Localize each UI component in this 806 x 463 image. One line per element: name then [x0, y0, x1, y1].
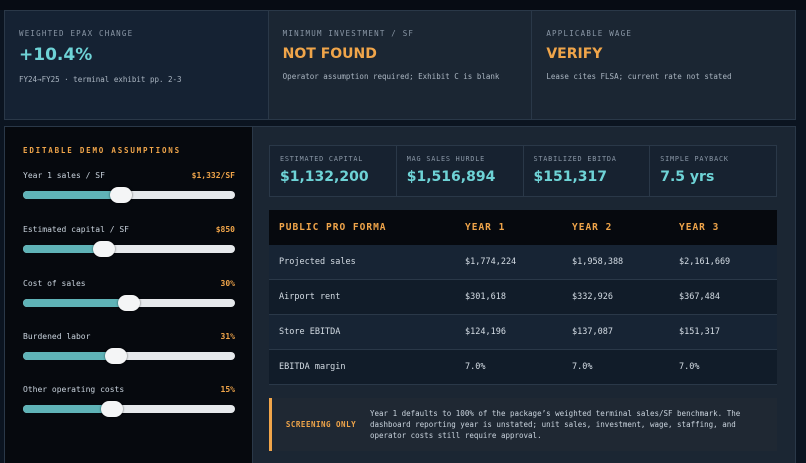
- slider-track[interactable]: [23, 241, 235, 257]
- table-cell: $1,958,388: [562, 245, 669, 280]
- slider-handle[interactable]: [101, 401, 123, 417]
- slider-label: Burdened labor: [23, 332, 91, 341]
- table-row: Airport rent $301,618 $332,926 $367,484: [269, 279, 777, 315]
- kpi-value: VERIFY: [546, 46, 603, 62]
- slider-fill: [23, 405, 112, 413]
- slider-label: Cost of sales: [23, 279, 86, 288]
- proforma-header-row: PUBLIC PRO FORMA YEAR 1 YEAR 2 YEAR 3: [269, 210, 777, 245]
- table-cell: $301,618: [455, 279, 562, 315]
- kpi-note: Operator assumption required; Exhibit C …: [282, 72, 500, 81]
- results-panel: Estimated capital $1,132,200 MAG sales h…: [269, 145, 777, 451]
- slider-fill: [23, 299, 129, 307]
- slider-value: $1,332/SF: [191, 171, 235, 180]
- slider-track[interactable]: [23, 295, 235, 311]
- assumptions-title: EDITABLE DEMO ASSUMPTIONS: [23, 146, 181, 155]
- table-cell: $151,317: [669, 314, 777, 350]
- slider-track[interactable]: [23, 187, 235, 203]
- metric-value: $1,516,894: [406, 169, 496, 185]
- table-row: EBITDA margin 7.0% 7.0% 7.0%: [269, 349, 777, 385]
- metrics-row: Estimated capital $1,132,200 MAG sales h…: [269, 145, 777, 197]
- slider-head: Year 1 sales / SF $1,332/SF: [23, 171, 235, 180]
- slider-value: 30%: [220, 279, 235, 288]
- table-cell: 7.0%: [669, 349, 777, 385]
- metric-label: Simple payback: [660, 155, 729, 163]
- slider-row: Estimated capital / SF $850: [23, 225, 235, 257]
- slider-label: Estimated capital / SF: [23, 225, 129, 234]
- metric-mag-hurdle: MAG sales hurdle $1,516,894: [397, 146, 524, 196]
- slider-handle[interactable]: [105, 348, 127, 364]
- slider-head: Cost of sales 30%: [23, 279, 235, 288]
- proforma-header: YEAR 2: [562, 210, 669, 245]
- kpi-note: Lease cites FLSA; current rate not state…: [546, 72, 732, 81]
- kpi-label: Applicable wage: [546, 29, 633, 38]
- kpi-card-wage: Applicable wage VERIFY Lease cites FLSA;…: [532, 11, 796, 119]
- metric-label: MAG sales hurdle: [406, 155, 486, 163]
- notice-text: Year 1 defaults to 100% of the package’s…: [370, 409, 741, 440]
- metric-value: $151,317: [533, 169, 608, 185]
- slider-row: Year 1 sales / SF $1,332/SF: [23, 171, 235, 203]
- kpi-row: Weighted EPAX change +10.4% FY24→FY25 · …: [4, 10, 796, 120]
- table-cell: $332,926: [562, 279, 669, 315]
- row-label: Projected sales: [269, 245, 455, 280]
- proforma-header: YEAR 1: [455, 210, 562, 245]
- kpi-label: Minimum investment / SF: [282, 29, 415, 38]
- slider-fill: [23, 191, 121, 199]
- slider-value: 15%: [220, 385, 235, 394]
- metric-label: Estimated capital: [280, 155, 364, 163]
- slider-label: Year 1 sales / SF: [23, 171, 105, 180]
- row-label: EBITDA margin: [269, 349, 455, 385]
- slider-track[interactable]: [23, 348, 235, 364]
- table-cell: 7.0%: [562, 349, 669, 385]
- kpi-card-epax: Weighted EPAX change +10.4% FY24→FY25 · …: [5, 11, 269, 119]
- table-cell: $367,484: [669, 279, 777, 315]
- assumptions-panel: EDITABLE DEMO ASSUMPTIONS Year 1 sales /…: [5, 127, 253, 463]
- kpi-label: Weighted EPAX change: [19, 29, 134, 38]
- slider-head: Estimated capital / SF $850: [23, 225, 235, 234]
- metric-estimated-capital: Estimated capital $1,132,200: [270, 146, 397, 196]
- metric-label: Stabilized EBITDA: [533, 155, 617, 163]
- slider-handle[interactable]: [118, 295, 140, 311]
- slider-row: Cost of sales 30%: [23, 279, 235, 311]
- slider-value: $850: [215, 225, 235, 234]
- kpi-value: +10.4%: [19, 45, 93, 65]
- slider-track[interactable]: [23, 401, 235, 417]
- table-cell: $1,774,224: [455, 245, 562, 280]
- metric-value: $1,132,200: [280, 169, 369, 185]
- main-panel: EDITABLE DEMO ASSUMPTIONS Year 1 sales /…: [4, 126, 796, 463]
- slider-value: 31%: [220, 332, 235, 341]
- slider-head: Burdened labor 31%: [23, 332, 235, 341]
- row-label: Store EBITDA: [269, 314, 455, 350]
- metric-value: 7.5 yrs: [660, 169, 715, 185]
- metric-simple-payback: Simple payback 7.5 yrs: [650, 146, 776, 196]
- row-label: Airport rent: [269, 279, 455, 315]
- slider-row: Burdened labor 31%: [23, 332, 235, 364]
- table-cell: 7.0%: [455, 349, 562, 385]
- table-cell: $2,161,669: [669, 245, 777, 280]
- slider-fill: [23, 352, 116, 360]
- table-cell: $124,196: [455, 314, 562, 350]
- slider-row: Other operating costs 15%: [23, 385, 235, 417]
- kpi-card-min-investment: Minimum investment / SF NOT FOUND Operat…: [268, 11, 533, 119]
- table-row: Projected sales $1,774,224 $1,958,388 $2,16…: [269, 245, 777, 280]
- top-strip: [0, 0, 806, 10]
- slider-fill: [23, 245, 104, 253]
- screening-notice: SCREENING ONLY Year 1 defaults to 100% o…: [269, 398, 777, 451]
- metric-stabilized-ebitda: Stabilized EBITDA $151,317: [524, 146, 651, 196]
- slider-head: Other operating costs 15%: [23, 385, 235, 394]
- notice-tag: SCREENING ONLY: [285, 420, 357, 429]
- proforma-table: PUBLIC PRO FORMA YEAR 1 YEAR 2 YEAR 3 Pr…: [269, 210, 777, 385]
- table-row: Store EBITDA $124,196 $137,087 $151,317: [269, 314, 777, 350]
- proforma-header: YEAR 3: [669, 210, 777, 245]
- slider-handle[interactable]: [110, 187, 132, 203]
- table-cell: $137,087: [562, 314, 669, 350]
- kpi-note: FY24→FY25 · terminal exhibit pp. 2-3: [19, 75, 182, 84]
- proforma-header: PUBLIC PRO FORMA: [269, 210, 455, 245]
- kpi-value: NOT FOUND: [282, 46, 377, 62]
- slider-handle[interactable]: [93, 241, 115, 257]
- slider-label: Other operating costs: [23, 385, 125, 394]
